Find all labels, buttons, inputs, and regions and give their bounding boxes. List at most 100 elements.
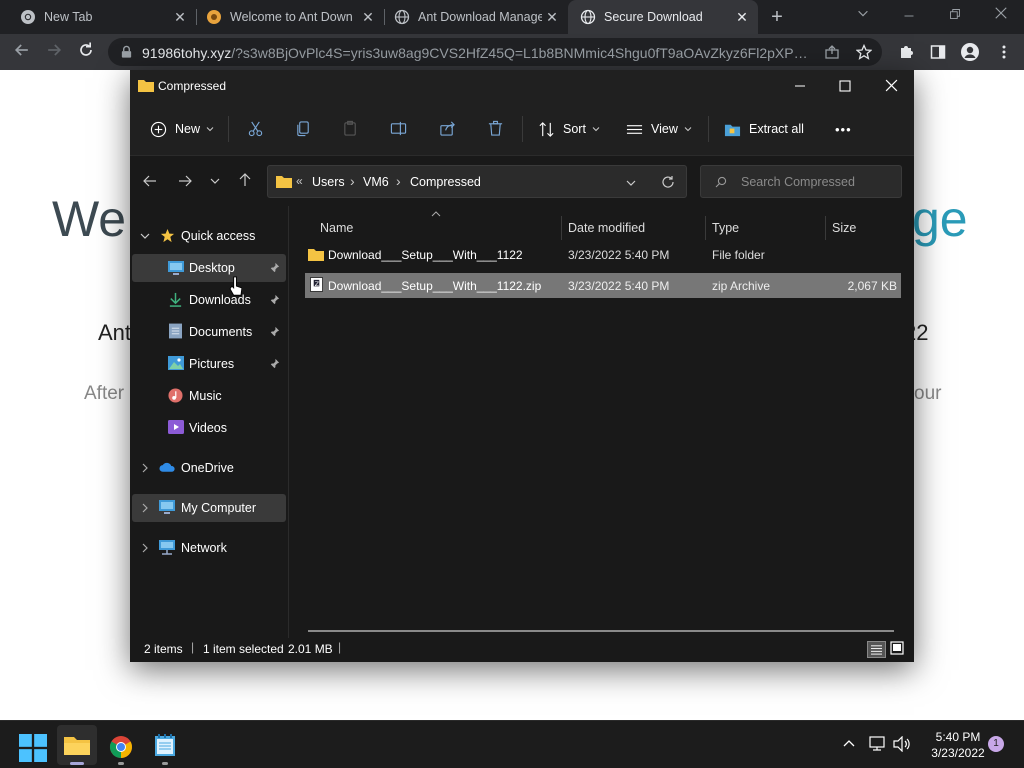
column-header-name[interactable]: Name (320, 216, 560, 240)
notification-badge[interactable]: 1 (988, 736, 1004, 752)
reload-icon[interactable] (74, 40, 98, 64)
running-indicator (162, 762, 168, 765)
nav-downloads[interactable]: Downloads (132, 286, 286, 314)
bookmark-star-icon[interactable] (856, 44, 872, 60)
nav-documents[interactable]: Documents (132, 318, 286, 346)
sort-button[interactable]: Sort (538, 118, 608, 140)
nav-my-computer[interactable]: My Computer (132, 494, 286, 522)
column-divider[interactable] (825, 216, 826, 240)
network-label: Network (181, 541, 227, 555)
tab-search-icon[interactable] (850, 6, 876, 28)
tab-welcome[interactable]: Welcome to Ant Download ✕ (196, 0, 384, 34)
extensions-puzzle-icon[interactable] (898, 44, 914, 60)
maximize-icon[interactable] (839, 80, 851, 92)
nav-network[interactable]: Network (132, 534, 286, 562)
details-view-icon[interactable] (867, 641, 886, 658)
chevron-down-icon[interactable] (140, 232, 150, 240)
taskbar-file-explorer[interactable] (57, 725, 97, 765)
horizontal-scrollbar[interactable] (308, 630, 894, 632)
column-divider[interactable] (705, 216, 706, 240)
taskbar-notepad[interactable] (150, 725, 180, 765)
tab-secure-download[interactable]: Secure Download ✕ (568, 0, 758, 34)
refresh-icon[interactable] (661, 175, 675, 189)
close-window-icon[interactable] (988, 6, 1014, 28)
chevron-right-icon[interactable] (141, 503, 149, 513)
back-arrow-icon[interactable] (10, 40, 34, 64)
clock[interactable]: 5:40 PM 3/23/2022 (918, 729, 998, 761)
close-tab-icon[interactable]: ✕ (544, 9, 560, 25)
rename-icon[interactable] (390, 120, 407, 137)
address-bar[interactable]: 91986tohy.xyz/?s3w8BjOvPlc4S=yris3uw8ag9… (108, 38, 882, 66)
search-box[interactable]: Search Compressed (700, 165, 902, 198)
page-paragraph-left: After (84, 383, 125, 404)
view-button[interactable]: View (626, 118, 700, 140)
file-row-folder[interactable]: Download___Setup___With___1122 3/23/2022… (305, 242, 901, 267)
page-paragraph-right: our (914, 383, 942, 404)
paste-icon[interactable] (342, 120, 359, 137)
tab-new-tab[interactable]: New Tab ✕ (0, 0, 196, 34)
profile-avatar-icon[interactable] (960, 42, 980, 62)
view-lines-icon (626, 124, 643, 134)
column-date-label: Date modified (568, 221, 646, 235)
close-tab-icon[interactable]: ✕ (360, 9, 376, 25)
chrome-menu-icon[interactable] (996, 44, 1012, 60)
minimize-icon[interactable] (794, 80, 806, 92)
up-arrow-icon[interactable] (238, 173, 252, 187)
file-row-folder[interactable] (435, 312, 1024, 337)
column-divider[interactable] (561, 216, 562, 240)
show-hidden-icons-chevron-icon[interactable] (843, 739, 855, 747)
chevron-down-icon (684, 127, 692, 132)
breadcrumb-address-bar[interactable]: « Users › VM6 › Compressed (267, 165, 687, 198)
delete-trash-icon[interactable] (487, 120, 504, 137)
nav-onedrive[interactable]: OneDrive (132, 454, 286, 482)
breadcrumb-vm6[interactable]: VM6 (363, 175, 389, 189)
tiles-view-icon[interactable] (890, 641, 907, 658)
volume-icon[interactable] (893, 736, 911, 752)
nav-pictures[interactable]: Pictures (132, 350, 286, 378)
explorer-title-bar[interactable]: Compressed (130, 70, 914, 102)
forward-arrow-icon[interactable] (178, 174, 192, 188)
chevron-down-icon[interactable] (626, 179, 636, 187)
share-icon[interactable] (824, 44, 840, 60)
url-text[interactable]: 91986tohy.xyz/?s3w8BjOvPlc4S=yris3uw8ag9… (142, 45, 812, 61)
windows-start-icon[interactable] (19, 734, 47, 762)
forward-arrow-icon[interactable] (42, 40, 66, 64)
close-icon[interactable] (885, 79, 898, 92)
new-tab-button[interactable]: + (768, 7, 786, 27)
close-tab-icon[interactable]: ✕ (172, 9, 188, 25)
extract-all-button[interactable]: Extract all (724, 118, 804, 140)
videos-label: Videos (189, 421, 227, 435)
share-icon[interactable] (439, 120, 456, 137)
breadcrumb-users[interactable]: Users (312, 175, 345, 189)
cut-icon[interactable] (247, 120, 264, 137)
quick-access[interactable]: Quick access (132, 222, 286, 250)
nav-videos[interactable]: Videos (132, 414, 286, 442)
chevron-right-icon[interactable] (141, 463, 149, 473)
more-options-button[interactable]: ••• (835, 118, 852, 140)
column-header-size[interactable]: Size (832, 216, 902, 240)
breadcrumb-separator[interactable]: › (350, 173, 355, 189)
new-button[interactable]: New (150, 118, 222, 140)
close-tab-icon[interactable]: ✕ (734, 9, 750, 25)
column-header-date[interactable]: Date modified (568, 216, 704, 240)
breadcrumb-compressed[interactable]: Compressed (410, 175, 481, 189)
recent-locations-chevron-icon[interactable] (210, 177, 220, 185)
nav-music[interactable]: Music (132, 382, 286, 410)
extract-all-label: Extract all (749, 122, 804, 136)
file-row-zip[interactable]: Z Download___Setup___With___1122.zip 3/2… (305, 273, 901, 298)
breadcrumb-separator[interactable]: › (396, 173, 401, 189)
tab-ant-download-manager[interactable]: Ant Download Manager ✕ (384, 0, 568, 34)
lock-icon[interactable] (120, 45, 133, 59)
nav-desktop[interactable]: Desktop (132, 254, 286, 282)
network-status-icon[interactable] (869, 736, 887, 752)
restore-icon[interactable] (942, 8, 968, 30)
back-arrow-icon[interactable] (143, 174, 157, 188)
chevron-right-icon[interactable] (141, 543, 149, 553)
copy-icon[interactable] (295, 120, 312, 137)
breadcrumb-overflow[interactable]: « (296, 174, 303, 188)
side-panel-icon[interactable] (930, 44, 946, 60)
column-header-type[interactable]: Type (712, 216, 824, 240)
minimize-icon[interactable] (896, 10, 922, 32)
running-indicator (118, 762, 124, 765)
taskbar-chrome[interactable] (106, 725, 136, 765)
